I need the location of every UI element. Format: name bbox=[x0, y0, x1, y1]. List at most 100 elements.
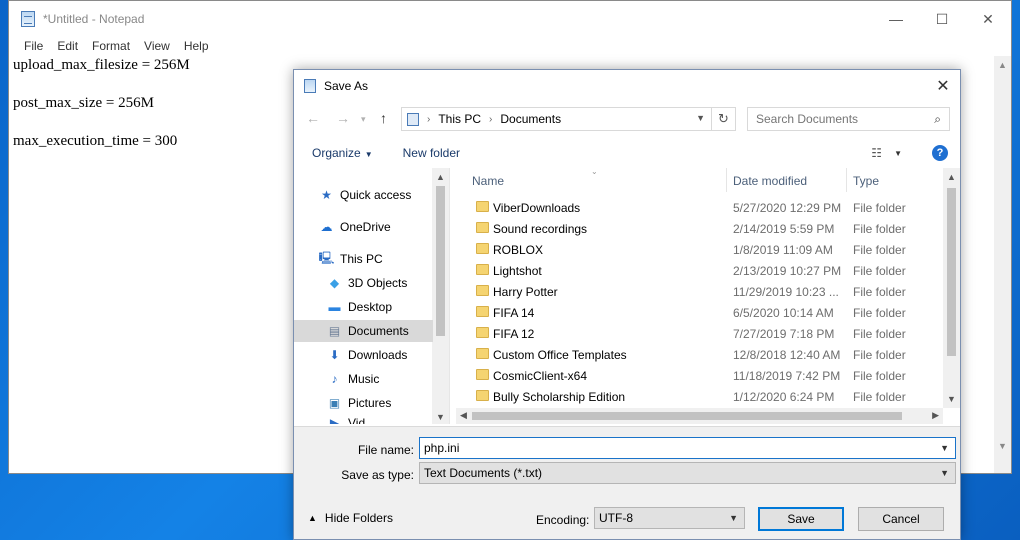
nav-item-this-pc[interactable]: 🖳 This PC bbox=[294, 248, 433, 270]
menu-help[interactable]: Help bbox=[177, 39, 216, 53]
menu-file[interactable]: File bbox=[17, 39, 50, 53]
file-list-hscrollbar[interactable]: ◀ ▶ bbox=[456, 408, 943, 424]
menu-edit[interactable]: Edit bbox=[50, 39, 85, 53]
column-header-row: ⌄ Name Date modified Type bbox=[456, 167, 943, 194]
file-date: 1/8/2019 11:09 AM bbox=[733, 243, 833, 257]
caret-down-icon: ▼ bbox=[364, 150, 373, 159]
notepad-text-area[interactable]: upload_max_filesize = 256M post_max_size… bbox=[13, 56, 190, 151]
save-button[interactable]: Save bbox=[758, 507, 844, 531]
file-list-scrollbar[interactable]: ▲ ▼ bbox=[943, 168, 960, 408]
nav-item-vid[interactable]: ▶ Vid bbox=[294, 416, 433, 424]
notepad-titlebar[interactable]: *Untitled - Notepad — ☐ ✕ bbox=[9, 1, 1011, 37]
nav-item-pictures[interactable]: ▣ Pictures bbox=[294, 392, 433, 414]
nav-item-quick-access[interactable]: ★ Quick access bbox=[294, 184, 433, 206]
notepad-scrollbar[interactable]: ▲ ▼ bbox=[994, 56, 1011, 473]
help-icon[interactable]: ? bbox=[932, 145, 948, 161]
column-type[interactable]: Type bbox=[853, 174, 879, 188]
save-as-type-label: Save as type: bbox=[341, 468, 414, 482]
up-arrow-icon[interactable]: ↑ bbox=[380, 110, 387, 126]
file-date: 1/12/2020 6:24 PM bbox=[733, 390, 835, 404]
dialog-close-button[interactable]: ✕ bbox=[926, 70, 960, 102]
file-type: File folder bbox=[853, 222, 906, 236]
desktop-icon: ▬ bbox=[328, 300, 341, 314]
file-name: ViberDownloads bbox=[493, 201, 581, 215]
notepad-icon bbox=[21, 11, 35, 27]
address-bar[interactable]: › This PC › Documents ▼ ↻ bbox=[401, 107, 736, 131]
chevron-down-icon[interactable]: ▼ bbox=[729, 513, 738, 523]
scroll-left-icon[interactable]: ◀ bbox=[460, 410, 467, 421]
search-icon[interactable]: ⌕ bbox=[934, 112, 941, 127]
nav-item-desktop[interactable]: ▬ Desktop bbox=[294, 296, 433, 318]
file-row[interactable]: Lightshot 2/13/2019 10:27 PM File folder bbox=[456, 261, 943, 282]
scroll-down-icon[interactable]: ▼ bbox=[436, 412, 445, 422]
new-folder-button[interactable]: New folder bbox=[403, 146, 460, 160]
file-name-input[interactable] bbox=[420, 438, 930, 458]
scroll-thumb[interactable] bbox=[947, 188, 956, 356]
breadcrumb-separator-icon[interactable]: › bbox=[489, 114, 492, 125]
star-icon: ★ bbox=[321, 188, 332, 202]
pictures-icon: ▣ bbox=[328, 396, 341, 410]
hide-folders-button[interactable]: ▲ Hide Folders bbox=[308, 511, 393, 525]
view-caret-icon[interactable]: ▼ bbox=[894, 149, 902, 158]
nav-item-3d-objects[interactable]: ◆ 3D Objects bbox=[294, 272, 433, 294]
column-divider[interactable] bbox=[846, 168, 847, 192]
scroll-down-icon[interactable]: ▼ bbox=[947, 394, 956, 404]
breadcrumb-documents[interactable]: Documents bbox=[500, 112, 561, 126]
scroll-up-icon[interactable]: ▲ bbox=[947, 172, 956, 182]
file-name-field[interactable]: ▼ bbox=[419, 437, 956, 459]
file-row[interactable]: FIFA 12 7/27/2019 7:18 PM File folder bbox=[456, 324, 943, 345]
forward-arrow-icon[interactable]: → bbox=[336, 110, 350, 126]
scroll-down-icon[interactable]: ▼ bbox=[998, 441, 1007, 451]
file-row[interactable]: Bully Scholarship Edition 1/12/2020 6:24 … bbox=[456, 387, 943, 408]
file-row[interactable]: ROBLOX 1/8/2019 11:09 AM File folder bbox=[456, 240, 943, 261]
refresh-icon[interactable]: ↻ bbox=[711, 108, 735, 130]
scroll-right-icon[interactable]: ▶ bbox=[932, 410, 939, 421]
breadcrumb-this-pc[interactable]: This PC bbox=[438, 112, 481, 126]
menu-format[interactable]: Format bbox=[85, 39, 137, 53]
save-as-type-select[interactable]: Text Documents (*.txt) ▼ bbox=[419, 462, 956, 484]
file-date: 2/14/2019 5:59 PM bbox=[733, 222, 835, 236]
file-row[interactable]: Harry Potter 11/29/2019 10:23 ... File fol… bbox=[456, 282, 943, 303]
nav-item-downloads[interactable]: ⬇ Downloads bbox=[294, 344, 433, 366]
recent-locations-icon[interactable]: ▾ bbox=[361, 114, 366, 125]
chevron-down-icon[interactable]: ▼ bbox=[696, 113, 705, 123]
file-row[interactable]: FIFA 14 6/5/2020 10:14 AM File folder bbox=[456, 303, 943, 324]
menu-view[interactable]: View bbox=[137, 39, 177, 53]
folder-location-icon bbox=[407, 112, 419, 126]
scroll-up-icon[interactable]: ▲ bbox=[998, 60, 1007, 70]
breadcrumb-separator-icon[interactable]: › bbox=[427, 114, 430, 125]
nav-pane-scrollbar[interactable]: ▲ ▼ bbox=[432, 168, 449, 424]
nav-item-onedrive[interactable]: ☁ OneDrive bbox=[294, 216, 433, 238]
file-row[interactable]: Sound recordings 2/14/2019 5:59 PM File fo… bbox=[456, 219, 943, 240]
organize-label: Organize bbox=[312, 146, 361, 160]
organize-button[interactable]: Organize ▼ bbox=[312, 146, 373, 160]
column-name[interactable]: Name bbox=[472, 174, 504, 188]
file-date: 11/29/2019 10:23 ... bbox=[733, 285, 839, 299]
scroll-thumb[interactable] bbox=[472, 412, 902, 420]
dialog-titlebar[interactable]: Save As ✕ bbox=[294, 70, 960, 102]
column-date-modified[interactable]: Date modified bbox=[733, 174, 807, 188]
scroll-up-icon[interactable]: ▲ bbox=[436, 172, 445, 182]
cancel-button[interactable]: Cancel bbox=[858, 507, 944, 531]
search-input[interactable] bbox=[756, 112, 926, 126]
close-button[interactable]: ✕ bbox=[965, 1, 1011, 37]
folder-icon bbox=[476, 306, 489, 317]
file-row[interactable]: CosmicClient-x64 11/18/2019 7:42 PM File f… bbox=[456, 366, 943, 387]
chevron-down-icon[interactable]: ▼ bbox=[940, 468, 949, 478]
minimize-button[interactable]: — bbox=[873, 1, 919, 37]
view-options-icon[interactable]: ☷ bbox=[871, 146, 882, 160]
back-arrow-icon[interactable]: ← bbox=[306, 110, 320, 126]
maximize-button[interactable]: ☐ bbox=[919, 1, 965, 37]
nav-item-documents[interactable]: ▤ Documents bbox=[294, 320, 433, 342]
file-name: Sound recordings bbox=[493, 222, 588, 236]
search-box[interactable]: ⌕ bbox=[747, 107, 950, 131]
file-row[interactable]: Custom Office Templates 12/8/2018 12:40 A… bbox=[456, 345, 943, 366]
scroll-thumb[interactable] bbox=[436, 186, 445, 336]
column-divider[interactable] bbox=[726, 168, 727, 192]
encoding-select[interactable]: UTF-8 ▼ bbox=[594, 507, 745, 529]
chevron-down-icon[interactable]: ▼ bbox=[940, 443, 949, 453]
nav-item-label: Documents bbox=[348, 324, 409, 338]
dialog-app-icon bbox=[304, 79, 316, 93]
file-row[interactable]: ViberDownloads 5/27/2020 12:29 PM File fol… bbox=[456, 198, 943, 219]
nav-item-music[interactable]: ♪ Music bbox=[294, 368, 433, 390]
